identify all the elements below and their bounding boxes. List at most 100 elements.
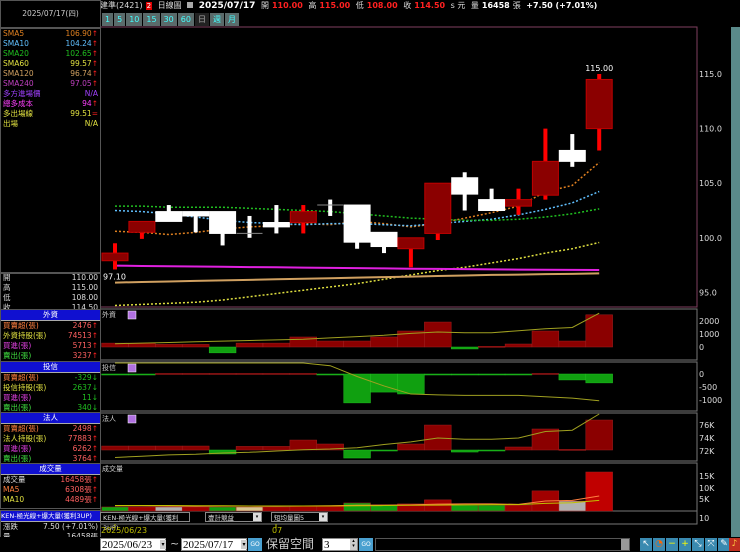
- zoom-in-icon[interactable]: +: [679, 538, 691, 551]
- volume-value: 16458: [481, 1, 510, 10]
- info-row: 買進(張) 11↓: [1, 393, 100, 403]
- info-row: 漲跌 7.50 (+7.01%): [1, 522, 100, 532]
- clock-icon[interactable]: ◔: [653, 538, 665, 551]
- date-from-input[interactable]: 2025/06/23: [100, 538, 166, 551]
- subpanel-bar: [343, 340, 371, 348]
- chevron-down-icon[interactable]: ▾: [160, 540, 166, 549]
- candle-body: [397, 237, 425, 250]
- subpanel-bar: [343, 373, 371, 404]
- candle-body: [531, 160, 559, 196]
- value-text: 77883: [67, 434, 92, 443]
- panel-settings-icon[interactable]: [127, 363, 137, 373]
- period-tab[interactable]: 5: [114, 13, 126, 26]
- zoom-out-icon[interactable]: −: [666, 538, 678, 551]
- info-label: 買進(張): [3, 444, 32, 453]
- arrow-up-icon: ↑: [91, 424, 98, 433]
- date-to-input[interactable]: 2025/07/17: [181, 538, 247, 551]
- value-text: 102.65: [65, 49, 92, 58]
- ohlc-list: 開 110.00 高 115.00 低 108.00 收 114.50: [0, 272, 101, 312]
- info-label: 買賣超(張): [3, 424, 39, 433]
- unit-label: s 元: [450, 1, 466, 10]
- checkbox-icon[interactable]: [187, 2, 194, 8]
- subpanel-tick-label: -1000: [699, 396, 722, 405]
- subpanel-bar: [370, 336, 398, 348]
- period-tab[interactable]: 10: [126, 13, 143, 26]
- subpanel-bar: [451, 449, 479, 453]
- low-value: 108.00: [366, 1, 398, 10]
- arrow-up-icon: ↑: [91, 444, 98, 453]
- panel-settings-icon[interactable]: [127, 310, 137, 320]
- info-value: 99.51=: [70, 109, 98, 119]
- subpanel-bar: [128, 373, 156, 376]
- ken-header: KEN-極光線+爆大量(獲利3UP): [1, 511, 100, 522]
- stock-chart[interactable]: 115.0110.0105.0100.095.0115.0097.10外資200…: [0, 0, 740, 552]
- candle-body: [128, 220, 156, 233]
- subpanel-bar: [316, 373, 344, 376]
- period-tab[interactable]: 日: [194, 13, 209, 26]
- info-row: 低 108.00: [1, 293, 100, 303]
- info-row: 法人持股(張) 77883↑: [1, 434, 100, 444]
- period-tab[interactable]: 60: [177, 13, 194, 26]
- subpanel-tick-label: 5K: [699, 495, 710, 504]
- info-row: 成交量 16458張↑: [1, 475, 100, 485]
- info-value: 11↓: [82, 393, 98, 403]
- info-value: 74513↑: [68, 331, 98, 341]
- chevron-down-icon[interactable]: ▾: [241, 540, 247, 549]
- info-label: 總多成本: [3, 99, 33, 108]
- candle-body: [262, 222, 290, 228]
- arrow-down-icon: ↓: [91, 373, 98, 382]
- value-text: 99.51: [70, 109, 92, 118]
- trust-header: 投信: [1, 362, 100, 373]
- fit-icon[interactable]: ⤧: [705, 538, 717, 551]
- period-tab[interactable]: 1: [102, 13, 114, 26]
- chevron-down-icon[interactable]: ▾: [319, 513, 327, 521]
- info-panel: 2025/07/17(四) SMA5 106.90↑ SMA10 104.24↑ SMA…: [0, 0, 101, 552]
- scrollbar-thumb[interactable]: [621, 539, 629, 550]
- arrow-down-icon: ↓: [91, 403, 98, 412]
- info-value: 2498↑: [73, 424, 98, 434]
- indicator-select-2[interactable]: 短均量圖5 ▾: [271, 512, 328, 522]
- vertical-scrollbar[interactable]: [731, 27, 740, 537]
- period-tab[interactable]: 30: [160, 13, 177, 26]
- value-text: N/A: [84, 119, 98, 128]
- quote-bar: 建準(2421) 2 日線圖 2025/07/17 開 110.00 高 115.00…: [100, 0, 740, 12]
- info-value: 99.57↑: [70, 59, 98, 69]
- arrow-up-icon: ↑: [91, 59, 98, 68]
- go-button[interactable]: GO: [248, 538, 262, 551]
- info-value: 106.90↑: [65, 29, 98, 39]
- arrow-up-icon: ↑: [91, 485, 98, 494]
- info-label: 買賣超(張): [3, 321, 39, 330]
- restore-icon[interactable]: ⤡: [692, 538, 704, 551]
- badge-icon[interactable]: 2: [145, 2, 153, 10]
- candle: [531, 128, 559, 200]
- period-tab[interactable]: 15: [143, 13, 160, 26]
- candle-body: [209, 211, 237, 234]
- subpanel-bar: [155, 373, 183, 375]
- subpanel-bar: [155, 506, 183, 512]
- value-text: 11: [82, 393, 92, 402]
- subpanel-bar: [424, 321, 452, 348]
- alert-bell-icon[interactable]: ♪: [729, 538, 740, 551]
- chevron-down-icon[interactable]: ▾: [253, 513, 261, 521]
- value-text: 99.57: [70, 59, 92, 68]
- subpanel-bar: [504, 343, 533, 348]
- high-annotation: 115.00: [585, 64, 613, 73]
- info-value: N/A: [85, 89, 98, 99]
- panel-settings-icon[interactable]: [127, 414, 137, 424]
- indicator-select-1[interactable]: 壹計競益 ▾: [205, 512, 262, 522]
- candle-body: [343, 204, 371, 243]
- select1-value: 壹計競益: [208, 514, 234, 522]
- period-tab[interactable]: 週: [209, 13, 224, 26]
- value-text: 3237: [72, 351, 92, 360]
- horizontal-scrollbar[interactable]: [375, 538, 630, 551]
- indicator-label[interactable]: KEN-極光線+爆大量(獲利3UP): [100, 512, 190, 532]
- period-tab[interactable]: 月: [224, 13, 239, 26]
- value-text: 5713: [72, 341, 92, 350]
- stepper-icon[interactable]: ▴ ▾: [350, 539, 357, 550]
- select2-value: 短均量圖5: [274, 514, 305, 522]
- cursor-icon[interactable]: ↖: [640, 538, 652, 551]
- subpanel-bar: [585, 373, 613, 384]
- reserve-go-button[interactable]: GO: [359, 538, 373, 551]
- info-value: 108.00: [72, 293, 98, 303]
- value-text: 94: [82, 99, 92, 108]
